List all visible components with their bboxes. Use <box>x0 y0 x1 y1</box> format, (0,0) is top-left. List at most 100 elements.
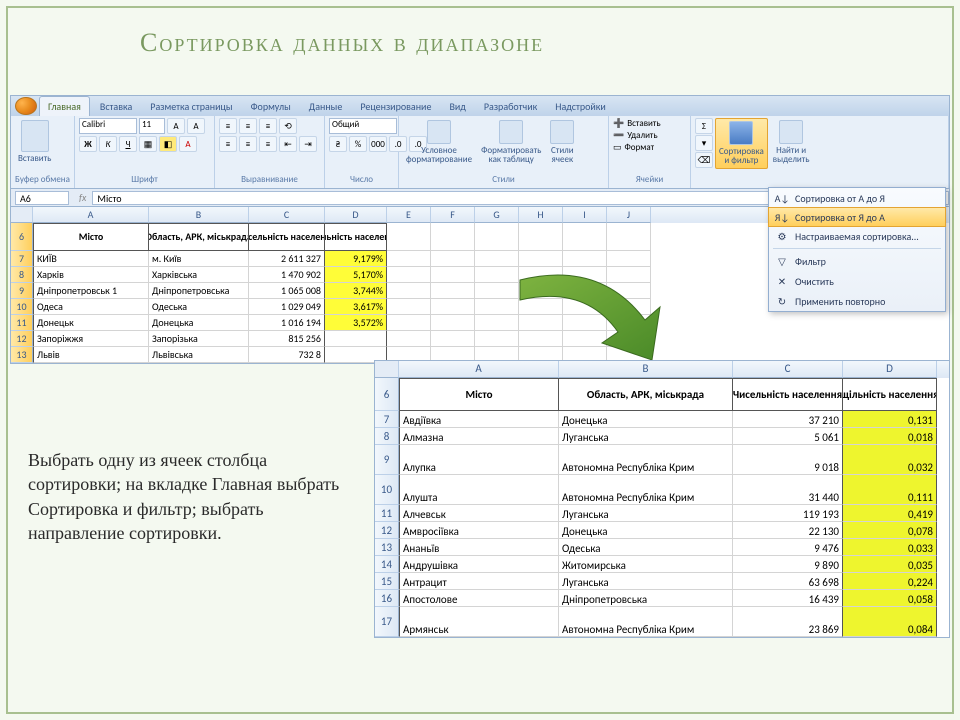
align-left-button[interactable]: ≡ <box>219 136 237 152</box>
tab-formulas[interactable]: Формулы <box>243 97 299 116</box>
row-header[interactable]: 13 <box>11 347 33 363</box>
cell-city[interactable]: Львів <box>33 347 149 363</box>
cell-pop[interactable]: 5 061 <box>733 428 843 445</box>
cell-density[interactable]: 0,033 <box>843 539 937 556</box>
menu-sort-az[interactable]: А↓Сортировка от А до Я <box>769 188 945 208</box>
sheet2-col-a[interactable]: A <box>399 361 559 378</box>
cell-region[interactable]: Автономна Республіка Крим <box>559 607 733 637</box>
cell-pop[interactable]: 9 890 <box>733 556 843 573</box>
menu-reapply[interactable]: ↻Применить повторно <box>769 291 945 311</box>
row-header[interactable]: 15 <box>375 573 399 590</box>
indent-dec-button[interactable]: ⇤ <box>279 136 297 152</box>
tab-developer[interactable]: Разработчик <box>476 97 545 116</box>
cell-pop[interactable]: 1 470 902 <box>249 267 325 283</box>
cells-delete-button[interactable]: ➖Удалить <box>613 130 658 141</box>
cell-density[interactable]: 0,419 <box>843 505 937 522</box>
sheet2-header-city[interactable]: Місто <box>399 378 559 411</box>
cell-density[interactable]: 0,084 <box>843 607 937 637</box>
sheet2-row-6[interactable]: 6 <box>375 378 399 411</box>
col-header-f[interactable]: F <box>431 207 475 223</box>
align-middle-button[interactable]: ≡ <box>239 118 257 134</box>
cell-density[interactable]: 9,179% <box>325 251 387 267</box>
row-header[interactable]: 11 <box>11 315 33 331</box>
row-header[interactable]: 10 <box>375 475 399 505</box>
cell-city[interactable]: Алмазна <box>399 428 559 445</box>
indent-inc-button[interactable]: ⇥ <box>299 136 317 152</box>
cell-density[interactable]: 0,131 <box>843 411 937 428</box>
row-header[interactable]: 7 <box>375 411 399 428</box>
cell-region[interactable]: Автономна Республіка Крим <box>559 445 733 475</box>
row-header[interactable]: 8 <box>11 267 33 283</box>
cell-city[interactable]: Одеса <box>33 299 149 315</box>
cell-city[interactable]: Антрацит <box>399 573 559 590</box>
find-select-button[interactable]: Найти и выделить <box>770 118 813 167</box>
cell-density[interactable] <box>325 331 387 347</box>
sheet2-col-b[interactable]: B <box>559 361 733 378</box>
cell-region[interactable]: Одеська <box>149 299 249 315</box>
cell-density[interactable]: 0,111 <box>843 475 937 505</box>
cell-density[interactable]: 0,058 <box>843 590 937 607</box>
sheet1-header-region[interactable]: Область, АРК, міськрада <box>149 223 249 251</box>
col-header-a[interactable]: A <box>33 207 149 223</box>
cell-city[interactable]: Запоріжжя <box>33 331 149 347</box>
align-bottom-button[interactable]: ≡ <box>259 118 277 134</box>
col-header-b[interactable]: B <box>149 207 249 223</box>
italic-button[interactable]: К <box>99 136 117 152</box>
cell-density[interactable]: 0,224 <box>843 573 937 590</box>
cell-pop[interactable]: 2 611 327 <box>249 251 325 267</box>
cell-pop[interactable]: 9 476 <box>733 539 843 556</box>
cell-region[interactable]: Харківська <box>149 267 249 283</box>
cell-region[interactable]: Луганська <box>559 573 733 590</box>
cell-pop[interactable]: 1 065 008 <box>249 283 325 299</box>
cell-density[interactable]: 0,032 <box>843 445 937 475</box>
name-box[interactable]: A6 <box>15 191 69 205</box>
col-header-d[interactable]: D <box>325 207 387 223</box>
cell-region[interactable]: Донецька <box>149 315 249 331</box>
align-center-button[interactable]: ≡ <box>239 136 257 152</box>
menu-sort-za[interactable]: Я↓Сортировка от Я до А <box>768 207 946 227</box>
cell-region[interactable]: Луганська <box>559 505 733 522</box>
col-header-c[interactable]: C <box>249 207 325 223</box>
cell-pop[interactable]: 16 439 <box>733 590 843 607</box>
office-button[interactable] <box>15 97 37 115</box>
cell-pop[interactable]: 9 018 <box>733 445 843 475</box>
row-header[interactable]: 11 <box>375 505 399 522</box>
cell-pop[interactable]: 37 210 <box>733 411 843 428</box>
comma-button[interactable]: 000 <box>369 136 387 152</box>
row-header[interactable]: 16 <box>375 590 399 607</box>
bold-button[interactable]: Ж <box>79 136 97 152</box>
row-header[interactable]: 12 <box>11 331 33 347</box>
align-top-button[interactable]: ≡ <box>219 118 237 134</box>
underline-button[interactable]: Ч <box>119 136 137 152</box>
clear-button[interactable]: ⌫ <box>695 152 713 168</box>
fx-icon[interactable]: fx <box>73 191 92 204</box>
cell-pop[interactable]: 31 440 <box>733 475 843 505</box>
borders-button[interactable]: ▦ <box>139 136 157 152</box>
cell-region[interactable]: Донецька <box>559 522 733 539</box>
menu-filter[interactable]: ▽Фильтр <box>769 251 945 271</box>
cell-city[interactable]: Алушта <box>399 475 559 505</box>
row-header[interactable]: 9 <box>11 283 33 299</box>
tab-pagelayout[interactable]: Разметка страницы <box>142 97 240 116</box>
cell-region[interactable]: Запорізька <box>149 331 249 347</box>
cell-pop[interactable]: 732 8 <box>249 347 325 363</box>
tab-insert[interactable]: Вставка <box>92 97 140 116</box>
cell-city[interactable]: Андрушівка <box>399 556 559 573</box>
cell-city[interactable]: Дніпропетровськ 1 <box>33 283 149 299</box>
cell-pop[interactable]: 815 256 <box>249 331 325 347</box>
cell-pop[interactable]: 23 869 <box>733 607 843 637</box>
cell-city[interactable]: Донецьк <box>33 315 149 331</box>
cell-region[interactable]: Львівська <box>149 347 249 363</box>
cell-pop[interactable]: 63 698 <box>733 573 843 590</box>
cells-insert-button[interactable]: ➕Вставить <box>613 118 661 129</box>
cell-region[interactable]: м. Київ <box>149 251 249 267</box>
tab-view[interactable]: Вид <box>441 97 473 116</box>
row-header[interactable]: 10 <box>11 299 33 315</box>
cell-region[interactable]: Луганська <box>559 428 733 445</box>
row-header[interactable]: 8 <box>375 428 399 445</box>
select-all-corner[interactable] <box>11 207 33 223</box>
sheet1-header-density[interactable]: щільність населення <box>325 223 387 251</box>
sheet1-header-city[interactable]: Місто <box>33 223 149 251</box>
grow-font-button[interactable]: A <box>167 118 185 134</box>
cell-density[interactable]: 0,035 <box>843 556 937 573</box>
